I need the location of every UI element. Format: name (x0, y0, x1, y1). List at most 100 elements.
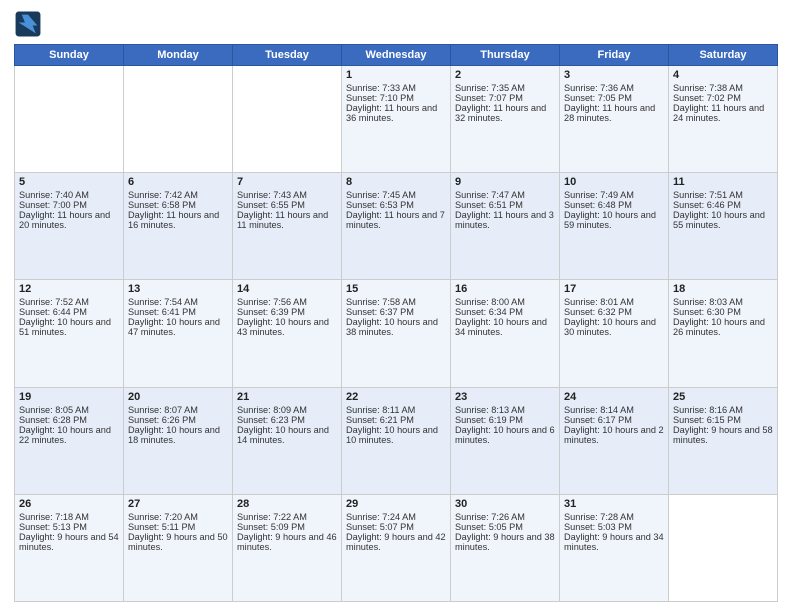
cell-text: Sunrise: 8:05 AM (19, 405, 119, 415)
day-number: 23 (455, 391, 555, 403)
cell-text: Daylight: 10 hours and 14 minutes. (237, 425, 337, 445)
cell-text: Sunset: 6:37 PM (346, 307, 446, 317)
calendar-cell: 10Sunrise: 7:49 AMSunset: 6:48 PMDayligh… (560, 173, 669, 280)
calendar-cell: 26Sunrise: 7:18 AMSunset: 5:13 PMDayligh… (15, 494, 124, 601)
cell-text: Sunset: 6:34 PM (455, 307, 555, 317)
cell-text: Daylight: 11 hours and 32 minutes. (455, 103, 555, 123)
cell-text: Sunset: 6:30 PM (673, 307, 773, 317)
calendar-table: SundayMondayTuesdayWednesdayThursdayFrid… (14, 44, 778, 602)
day-number: 19 (19, 391, 119, 403)
day-number: 14 (237, 283, 337, 295)
day-number: 10 (564, 176, 664, 188)
cell-text: Sunrise: 8:01 AM (564, 297, 664, 307)
calendar-row-4: 26Sunrise: 7:18 AMSunset: 5:13 PMDayligh… (15, 494, 778, 601)
day-number: 18 (673, 283, 773, 295)
cell-text: Sunset: 6:39 PM (237, 307, 337, 317)
cell-text: Daylight: 11 hours and 24 minutes. (673, 103, 773, 123)
calendar-cell (669, 494, 778, 601)
calendar-cell: 7Sunrise: 7:43 AMSunset: 6:55 PMDaylight… (233, 173, 342, 280)
calendar-row-3: 19 Sunrise: 8:05 AMSunset: 6:28 PM Dayligh… (15, 387, 778, 494)
col-header-thursday: Thursday (451, 45, 560, 66)
day-number: 17 (564, 283, 664, 295)
cell-text: Daylight: 10 hours and 6 minutes. (455, 425, 555, 445)
cell-text: Daylight: 10 hours and 51 minutes. (19, 317, 119, 337)
calendar-cell: 15Sunrise: 7:58 AMSunset: 6:37 PMDayligh… (342, 280, 451, 387)
day-number: 9 (455, 176, 555, 188)
calendar-row-0: 1Sunrise: 7:33 AMSunset: 7:10 PMDaylight… (15, 66, 778, 173)
cell-text: Sunrise: 7:47 AM (455, 190, 555, 200)
day-number: 26 (19, 498, 119, 510)
cell-text: Sunset: 5:05 PM (455, 522, 555, 532)
cell-text: Sunset: 6:23 PM (237, 415, 337, 425)
page: SundayMondayTuesdayWednesdayThursdayFrid… (0, 0, 792, 612)
cell-text: Sunset: 5:11 PM (128, 522, 228, 532)
cell-text: Sunrise: 7:38 AM (673, 83, 773, 93)
calendar-body: 1Sunrise: 7:33 AMSunset: 7:10 PMDaylight… (15, 66, 778, 602)
cell-text: Daylight: 10 hours and 47 minutes. (128, 317, 228, 337)
cell-text: Sunset: 5:09 PM (237, 522, 337, 532)
day-number: 16 (455, 283, 555, 295)
cell-text: Sunset: 6:41 PM (128, 307, 228, 317)
cell-text: Sunrise: 7:26 AM (455, 512, 555, 522)
day-number: 4 (673, 69, 773, 81)
cell-text: Sunrise: 7:18 AM (19, 512, 119, 522)
cell-text: Daylight: 10 hours and 26 minutes. (673, 317, 773, 337)
col-header-saturday: Saturday (669, 45, 778, 66)
col-header-tuesday: Tuesday (233, 45, 342, 66)
cell-text: Daylight: 11 hours and 36 minutes. (346, 103, 446, 123)
logo (14, 10, 46, 38)
calendar-row-1: 5Sunrise: 7:40 AMSunset: 7:00 PMDaylight… (15, 173, 778, 280)
calendar-cell: 25Sunrise: 8:16 AMSunset: 6:15 PMDayligh… (669, 387, 778, 494)
calendar-cell: 18Sunrise: 8:03 AMSunset: 6:30 PMDayligh… (669, 280, 778, 387)
header-row: SundayMondayTuesdayWednesdayThursdayFrid… (15, 45, 778, 66)
day-number: 21 (237, 391, 337, 403)
cell-text: Sunset: 6:26 PM (128, 415, 228, 425)
calendar-cell: 9Sunrise: 7:47 AMSunset: 6:51 PMDaylight… (451, 173, 560, 280)
cell-text: Sunset: 6:58 PM (128, 200, 228, 210)
cell-text: Sunset: 7:02 PM (673, 93, 773, 103)
cell-text: Daylight: 9 hours and 38 minutes. (455, 532, 555, 552)
cell-text: Sunset: 6:28 PM (19, 415, 119, 425)
day-number: 24 (564, 391, 664, 403)
cell-text: Sunrise: 7:56 AM (237, 297, 337, 307)
calendar-cell: 2Sunrise: 7:35 AMSunset: 7:07 PMDaylight… (451, 66, 560, 173)
cell-text: Sunrise: 7:45 AM (346, 190, 446, 200)
cell-text: Daylight: 9 hours and 58 minutes. (673, 425, 773, 445)
calendar-cell: 16Sunrise: 8:00 AMSunset: 6:34 PMDayligh… (451, 280, 560, 387)
cell-text: Sunrise: 7:40 AM (19, 190, 119, 200)
day-number: 3 (564, 69, 664, 81)
cell-text: Sunrise: 7:49 AM (564, 190, 664, 200)
day-number: 30 (455, 498, 555, 510)
logo-icon (14, 10, 42, 38)
cell-text: Daylight: 10 hours and 30 minutes. (564, 317, 664, 337)
day-number: 1 (346, 69, 446, 81)
cell-text: Sunrise: 8:14 AM (564, 405, 664, 415)
cell-text: Daylight: 11 hours and 28 minutes. (564, 103, 664, 123)
day-number: 13 (128, 283, 228, 295)
calendar-cell: 19Sunrise: 8:05 AMSunset: 6:28 PMDayligh… (15, 387, 124, 494)
cell-text: Daylight: 9 hours and 46 minutes. (237, 532, 337, 552)
calendar-cell: 24Sunrise: 8:14 AMSunset: 6:17 PMDayligh… (560, 387, 669, 494)
cell-text: Sunrise: 8:00 AM (455, 297, 555, 307)
col-header-sunday: Sunday (15, 45, 124, 66)
day-number: 8 (346, 176, 446, 188)
calendar-cell: 30 Sunrise: 7:26 AMSunset: 5:05 PMDayligh… (451, 494, 560, 601)
cell-text: Sunset: 7:05 PM (564, 93, 664, 103)
cell-text: Sunrise: 8:16 AM (673, 405, 773, 415)
header (14, 10, 778, 38)
cell-text: Sunrise: 7:24 AM (346, 512, 446, 522)
cell-text: Daylight: 9 hours and 42 minutes. (346, 532, 446, 552)
day-number: 7 (237, 176, 337, 188)
cell-text: Sunset: 6:19 PM (455, 415, 555, 425)
cell-text: Sunset: 5:03 PM (564, 522, 664, 532)
day-number: 22 (346, 391, 446, 403)
calendar-row-2: 12Sunrise: 7:52 AMSunset: 6:44 PMDayligh… (15, 280, 778, 387)
cell-text: Sunset: 6:53 PM (346, 200, 446, 210)
cell-text: Daylight: 9 hours and 34 minutes. (564, 532, 664, 552)
cell-text: Daylight: 10 hours and 38 minutes. (346, 317, 446, 337)
cell-text: Sunset: 6:44 PM (19, 307, 119, 317)
cell-text: Sunset: 5:07 PM (346, 522, 446, 532)
day-number: 31 (564, 498, 664, 510)
col-header-monday: Monday (124, 45, 233, 66)
cell-text: Daylight: 10 hours and 59 minutes. (564, 210, 664, 230)
